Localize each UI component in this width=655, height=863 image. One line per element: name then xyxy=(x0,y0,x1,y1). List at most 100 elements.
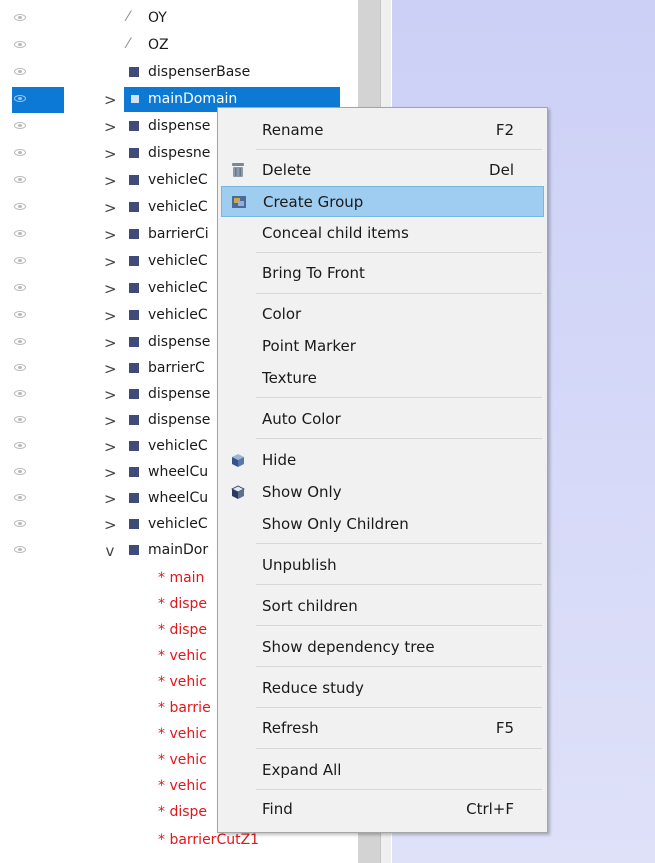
child-item[interactable]: * vehic xyxy=(158,774,207,800)
mesh-icon xyxy=(129,493,139,503)
visibility-eye-icon[interactable] xyxy=(14,95,26,102)
expand-arrow-icon[interactable]: > xyxy=(104,490,117,508)
tree-row-label: vehicleC xyxy=(148,307,208,323)
expand-arrow-icon[interactable]: > xyxy=(104,307,117,325)
visibility-eye-icon[interactable] xyxy=(14,494,26,501)
menu-item-unpublish[interactable]: Unpublish xyxy=(221,550,544,581)
menu-item-show-only-children[interactable]: Show Only Children xyxy=(221,509,544,540)
visibility-eye-icon[interactable] xyxy=(14,520,26,527)
mesh-icon xyxy=(129,467,139,477)
tree-row[interactable]: dispenserBase xyxy=(0,60,358,86)
menu-item-color[interactable]: Color xyxy=(221,299,544,330)
tree-row[interactable]: ⁄ OZ xyxy=(0,33,358,59)
menu-item-shortcut: Del xyxy=(489,161,514,179)
expand-arrow-icon[interactable]: > xyxy=(104,253,117,271)
visibility-eye-icon[interactable] xyxy=(14,442,26,449)
expand-arrow-icon[interactable]: > xyxy=(104,91,117,109)
tree-row-label: dispenserBase xyxy=(148,64,251,80)
visibility-eye-icon[interactable] xyxy=(14,230,26,237)
visibility-toggle-selected[interactable] xyxy=(12,87,64,113)
child-item[interactable]: * dispe xyxy=(158,618,207,644)
expand-arrow-icon[interactable]: > xyxy=(104,172,117,190)
visibility-eye-icon[interactable] xyxy=(14,338,26,345)
tree-row[interactable]: ⁄ OY xyxy=(0,6,358,32)
menu-item-delete[interactable]: Delete Del xyxy=(221,155,544,186)
expand-arrow-icon[interactable]: > xyxy=(104,226,117,244)
menu-item-expand-all[interactable]: Expand All xyxy=(221,755,544,786)
child-item[interactable]: * vehic xyxy=(158,670,207,696)
menu-item-label: Auto Color xyxy=(262,410,341,428)
child-item[interactable]: * main xyxy=(158,566,204,592)
menu-item-label: Color xyxy=(262,305,302,323)
visibility-eye-icon[interactable] xyxy=(14,416,26,423)
tree-row-label: dispense xyxy=(148,412,211,428)
menu-separator xyxy=(256,666,542,667)
menu-item-texture[interactable]: Texture xyxy=(221,363,544,394)
visibility-eye-icon[interactable] xyxy=(14,311,26,318)
tree-row-label: vehicleC xyxy=(148,516,208,532)
visibility-eye-icon[interactable] xyxy=(14,68,26,75)
expand-arrow-icon[interactable]: > xyxy=(104,118,117,136)
mesh-icon xyxy=(129,337,139,347)
menu-item-find[interactable]: Find Ctrl+F xyxy=(221,794,544,825)
visibility-eye-icon[interactable] xyxy=(14,122,26,129)
child-item[interactable]: * dispe xyxy=(158,800,207,826)
visibility-eye-icon[interactable] xyxy=(14,14,26,21)
tree-row-label: wheelCu xyxy=(148,464,209,480)
child-item[interactable]: * barrie xyxy=(158,696,211,722)
mesh-icon xyxy=(129,256,139,266)
expand-arrow-icon[interactable]: > xyxy=(104,464,117,482)
trash-icon xyxy=(232,163,244,177)
visibility-eye-icon[interactable] xyxy=(14,257,26,264)
menu-item-create-group[interactable]: Create Group xyxy=(221,186,544,217)
visibility-eye-icon[interactable] xyxy=(14,546,26,553)
child-item[interactable]: * vehic xyxy=(158,722,207,748)
menu-item-refresh[interactable]: Refresh F5 xyxy=(221,713,544,744)
expand-arrow-icon[interactable]: > xyxy=(104,145,117,163)
mesh-icon xyxy=(129,545,139,555)
expand-arrow-icon[interactable]: > xyxy=(104,516,117,534)
visibility-eye-icon[interactable] xyxy=(14,468,26,475)
child-item[interactable]: * dispe xyxy=(158,592,207,618)
menu-item-auto-color[interactable]: Auto Color xyxy=(221,404,544,435)
child-item[interactable]: * vehic xyxy=(158,644,207,670)
menu-item-label: Expand All xyxy=(262,761,342,779)
child-item[interactable]: * vehic xyxy=(158,748,207,774)
visibility-eye-icon[interactable] xyxy=(14,41,26,48)
menu-item-rename[interactable]: Rename F2 xyxy=(221,115,544,146)
visibility-eye-icon[interactable] xyxy=(14,176,26,183)
expand-arrow-icon[interactable]: > xyxy=(104,438,117,456)
tree-row-label: vehicleC xyxy=(148,253,208,269)
visibility-eye-icon[interactable] xyxy=(14,149,26,156)
menu-item-label: Rename xyxy=(262,121,324,139)
show-cube-icon xyxy=(231,485,245,499)
mesh-icon xyxy=(129,363,139,373)
tree-row-label: mainDor xyxy=(148,542,209,558)
menu-item-conceal-child-items[interactable]: Conceal child items xyxy=(221,218,544,249)
menu-item-point-marker[interactable]: Point Marker xyxy=(221,331,544,362)
visibility-eye-icon[interactable] xyxy=(14,390,26,397)
expand-arrow-icon[interactable]: > xyxy=(104,360,117,378)
menu-item-label: Delete xyxy=(262,161,312,179)
visibility-eye-icon[interactable] xyxy=(14,364,26,371)
expand-arrow-icon[interactable]: > xyxy=(104,386,117,404)
mesh-icon xyxy=(131,95,139,103)
collapse-arrow-icon[interactable]: v xyxy=(104,542,116,560)
expand-arrow-icon[interactable]: > xyxy=(104,334,117,352)
menu-item-show-only[interactable]: Show Only xyxy=(221,477,544,508)
menu-item-sort-children[interactable]: Sort children xyxy=(221,591,544,622)
expand-arrow-icon[interactable]: > xyxy=(104,280,117,298)
menu-item-reduce-study[interactable]: Reduce study xyxy=(221,673,544,704)
expand-arrow-icon[interactable]: > xyxy=(104,412,117,430)
tree-row-label: vehicleC xyxy=(148,199,208,215)
mesh-icon xyxy=(129,175,139,185)
mesh-icon xyxy=(129,310,139,320)
visibility-eye-icon[interactable] xyxy=(14,203,26,210)
menu-item-hide[interactable]: Hide xyxy=(221,445,544,476)
mesh-icon xyxy=(129,202,139,212)
menu-item-bring-to-front[interactable]: Bring To Front xyxy=(221,258,544,289)
visibility-eye-icon[interactable] xyxy=(14,284,26,291)
menu-item-show-dependency-tree[interactable]: Show dependency tree xyxy=(221,632,544,663)
menu-item-label: Unpublish xyxy=(262,556,337,574)
expand-arrow-icon[interactable]: > xyxy=(104,199,117,217)
